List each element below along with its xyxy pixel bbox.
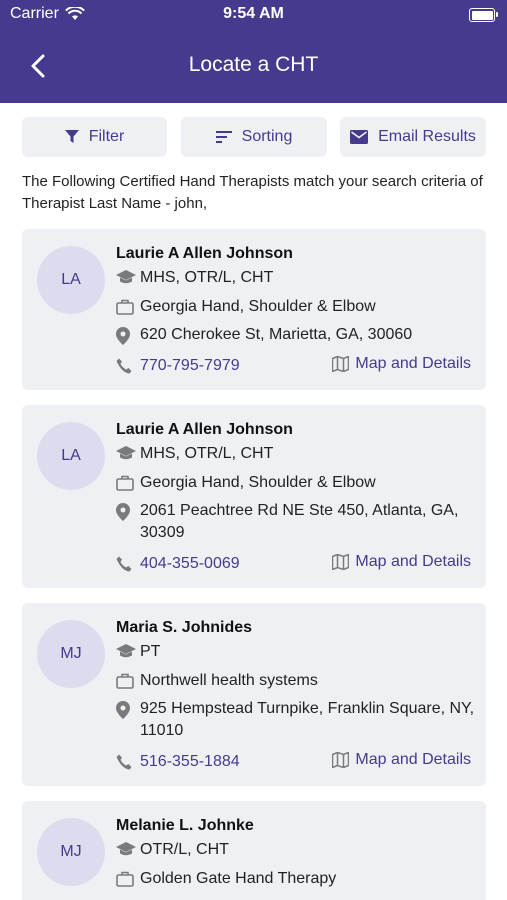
credentials: MHS, OTR/L, CHT: [140, 445, 274, 462]
credentials: OTR/L, CHT: [140, 841, 229, 858]
sorting-button[interactable]: Sorting: [181, 117, 327, 157]
map-icon: [332, 356, 350, 372]
therapist-name: Melanie L. Johnke: [116, 817, 254, 834]
practice-name: Georgia Hand, Shoulder & Elbow: [140, 474, 376, 491]
email-results-button[interactable]: Email Results: [340, 117, 486, 157]
address-row: 2061 Peachtree Rd NE Ste 450, Atlanta, G…: [116, 500, 480, 544]
therapist-name: Maria S. Johnides: [116, 619, 253, 636]
therapist-card[interactable]: LA Laurie A Allen Johnson MHS, OTR/L, CH…: [22, 229, 486, 390]
address: 620 Cherokee St, Marietta, GA, 30060: [140, 326, 413, 343]
phone-number: 516-355-1884: [140, 753, 240, 770]
sort-icon: [215, 131, 232, 143]
filter-label: Filter: [88, 128, 125, 145]
graduation-cap-icon: [116, 446, 136, 460]
practice-name: Northwell health systems: [140, 672, 318, 689]
map-and-details-label: Map and Details: [355, 751, 471, 768]
map-and-details-link[interactable]: Map and Details: [332, 553, 471, 571]
phone-icon: [116, 556, 132, 572]
therapist-card[interactable]: LA Laurie A Allen Johnson MHS, OTR/L, CH…: [22, 405, 486, 588]
location-pin-icon: [116, 327, 130, 345]
briefcase-icon: [116, 673, 134, 689]
phone-number: 770-795-7979: [140, 357, 240, 374]
therapist-name: Laurie A Allen Johnson: [116, 245, 293, 262]
address-row: 620 Cherokee St, Marietta, GA, 30060: [116, 324, 480, 346]
location-pin-icon: [116, 701, 130, 719]
status-bar: Carrier 9:54 AM: [0, 0, 507, 30]
filter-button[interactable]: Filter: [22, 117, 167, 157]
practice-name: Golden Gate Hand Therapy: [140, 870, 337, 887]
phone-icon: [116, 358, 132, 374]
battery-icon: [469, 8, 498, 22]
briefcase-icon: [116, 475, 134, 491]
credentials: MHS, OTR/L, CHT: [140, 269, 274, 286]
avatar: MJ: [37, 818, 105, 886]
credentials-row: MHS, OTR/L, CHT: [116, 267, 273, 289]
phone-link[interactable]: 770-795-7979: [116, 355, 240, 377]
therapist-card[interactable]: MJ Maria S. Johnides PT Northwell health…: [22, 603, 486, 786]
address-row: 925 Hempstead Turnpike, Franklin Square,…: [116, 698, 480, 742]
credentials-row: MHS, OTR/L, CHT: [116, 443, 273, 465]
credentials-row: PT: [116, 641, 160, 663]
map-and-details-link[interactable]: Map and Details: [332, 355, 471, 373]
email-results-label: Email Results: [378, 128, 476, 145]
practice-row: Northwell health systems: [116, 670, 318, 692]
avatar: LA: [37, 246, 105, 314]
avatar: MJ: [37, 620, 105, 688]
phone-link[interactable]: 404-355-0069: [116, 553, 240, 575]
credentials-row: OTR/L, CHT: [116, 839, 229, 861]
map-and-details-label: Map and Details: [355, 553, 471, 570]
results-toolbar: Filter Sorting Email Results: [22, 117, 486, 157]
search-summary: The Following Certified Hand Therapists …: [22, 173, 483, 212]
avatar: LA: [37, 422, 105, 490]
practice-row: Georgia Hand, Shoulder & Elbow: [116, 472, 376, 494]
briefcase-icon: [116, 871, 134, 887]
map-and-details-link[interactable]: Map and Details: [332, 751, 471, 769]
credentials: PT: [140, 643, 161, 660]
practice-row: Georgia Hand, Shoulder & Elbow: [116, 296, 376, 318]
status-time: 9:54 AM: [223, 5, 284, 22]
address: 925 Hempstead Turnpike, Franklin Square,…: [140, 700, 475, 739]
mail-icon: [350, 130, 369, 144]
practice-name: Georgia Hand, Shoulder & Elbow: [140, 298, 376, 315]
graduation-cap-icon: [116, 842, 136, 856]
practice-row: Golden Gate Hand Therapy: [116, 868, 336, 890]
filter-icon: [64, 130, 79, 143]
map-and-details-label: Map and Details: [355, 355, 471, 372]
address: 2061 Peachtree Rd NE Ste 450, Atlanta, G…: [140, 502, 459, 541]
graduation-cap-icon: [116, 270, 136, 284]
map-icon: [332, 752, 350, 768]
graduation-cap-icon: [116, 644, 136, 658]
map-icon: [332, 554, 350, 570]
therapist-name: Laurie A Allen Johnson: [116, 421, 293, 438]
phone-icon: [116, 754, 132, 770]
briefcase-icon: [116, 299, 134, 315]
sorting-label: Sorting: [241, 128, 293, 145]
page-title: Locate a CHT: [188, 53, 319, 76]
location-pin-icon: [116, 503, 130, 521]
phone-link[interactable]: 516-355-1884: [116, 751, 240, 773]
app-header: Carrier 9:54 AM Locate a CHT: [0, 0, 507, 103]
therapist-card[interactable]: MJ Melanie L. Johnke OTR/L, CHT Golden G…: [22, 801, 486, 900]
phone-number: 404-355-0069: [140, 555, 240, 572]
